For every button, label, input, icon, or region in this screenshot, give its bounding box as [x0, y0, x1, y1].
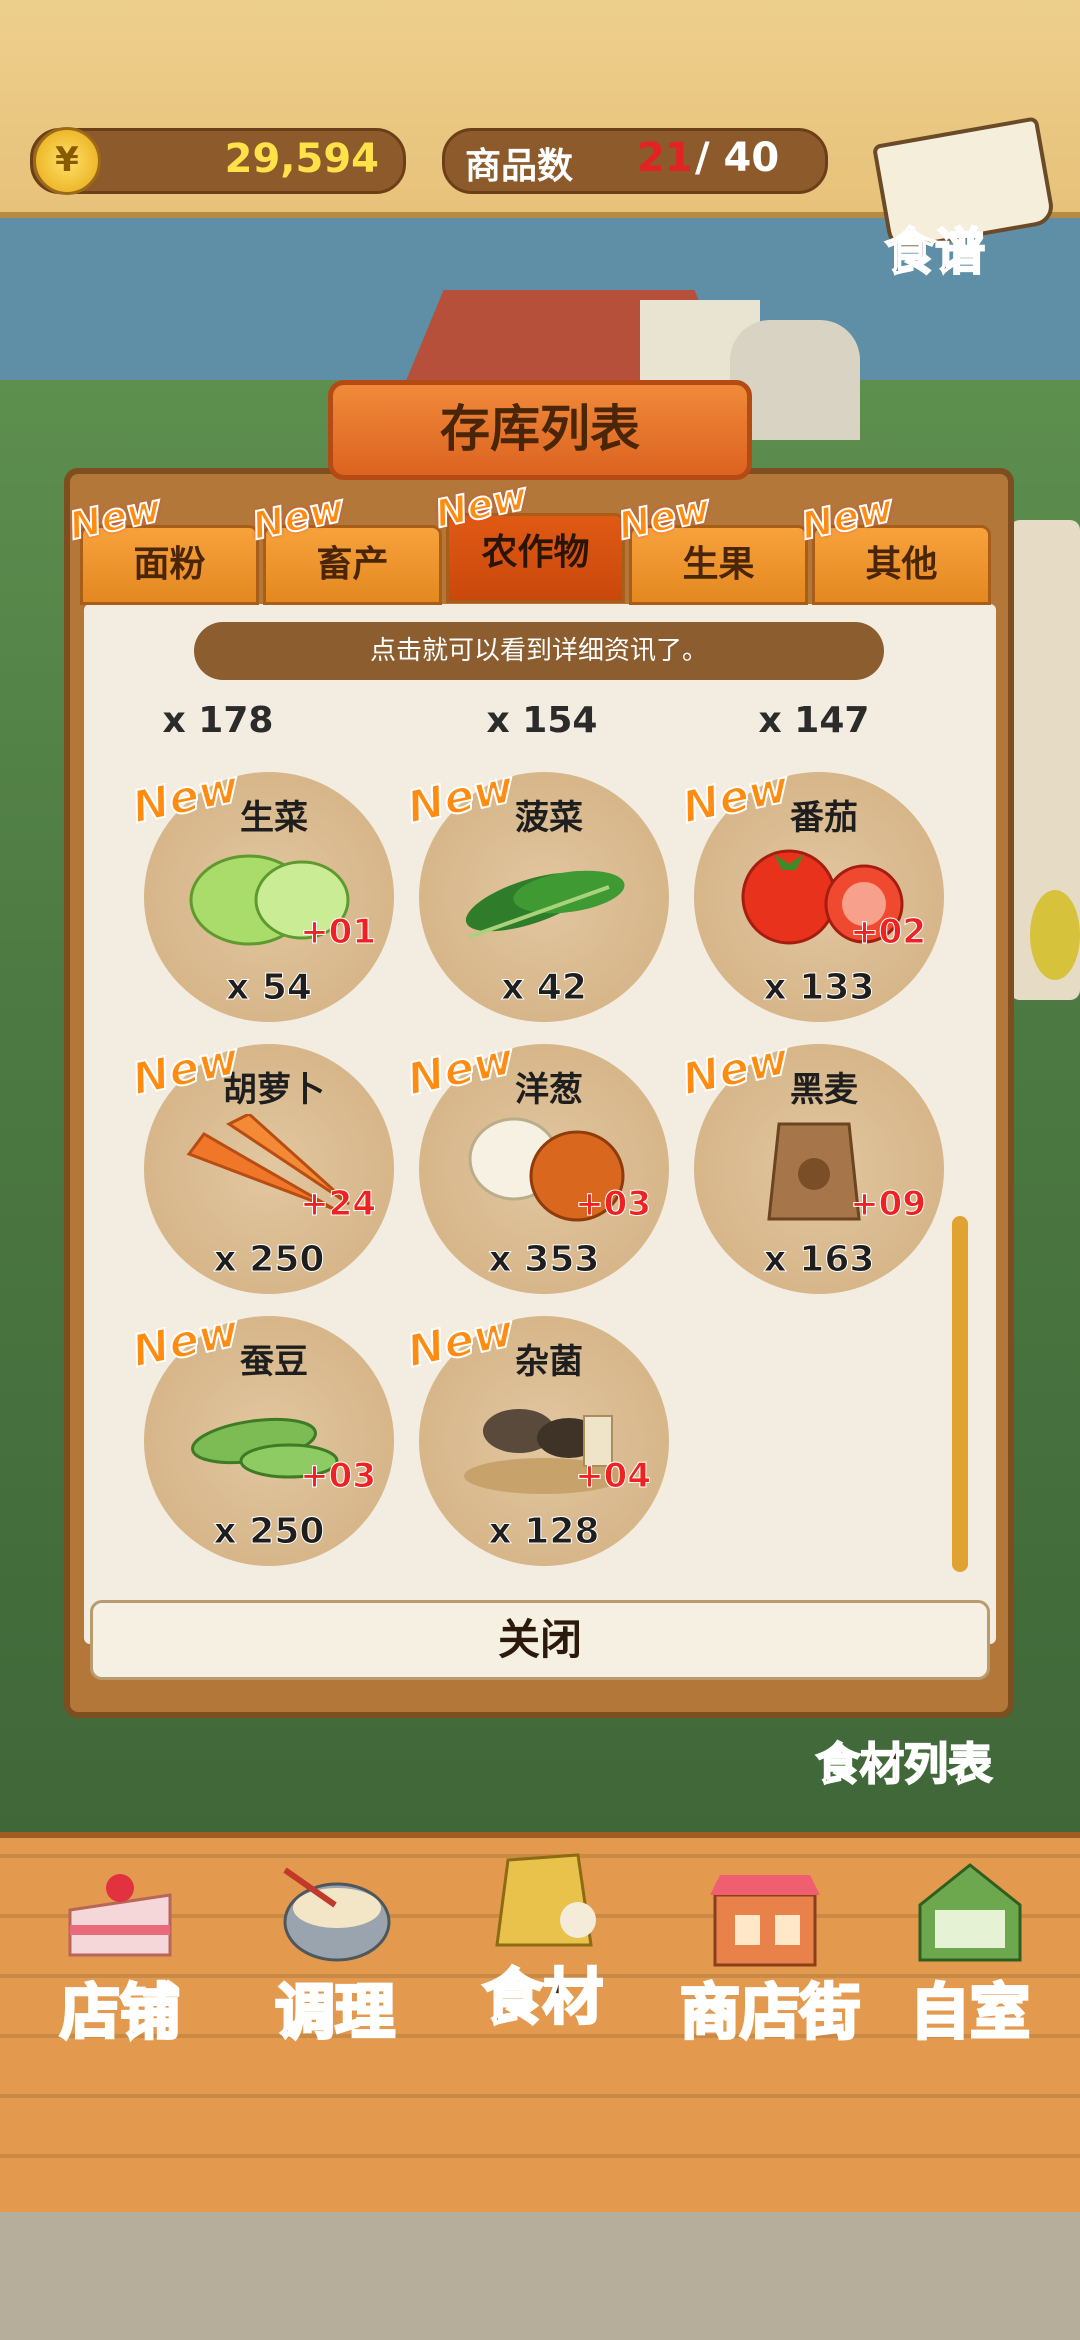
item-increase: +01	[300, 912, 377, 953]
item-count: x 128	[488, 1511, 600, 1553]
goods-max-value: 40	[723, 135, 780, 181]
item-count: x 250	[213, 1511, 325, 1553]
nav-cooking[interactable]: 调理	[235, 1840, 435, 2050]
inventory-item-mushroom[interactable]: 杂菌 New +04 x 128	[402, 1304, 669, 1566]
coin-value: 29,594	[224, 136, 379, 182]
inventory-item-rye[interactable]: 黑麦 New +09 x 163	[677, 1032, 944, 1294]
inventory-item-carrot[interactable]: 胡萝卜 New +24 x 250	[127, 1032, 394, 1294]
tab-fruit[interactable]: New 生果	[613, 485, 808, 605]
nav-ingredients[interactable]: 食材	[443, 1825, 643, 2035]
tab-flour[interactable]: New 面粉	[64, 485, 259, 605]
item-increase: +03	[300, 1456, 377, 1497]
nav-shopping-street[interactable]: 商店街	[650, 1840, 890, 2050]
item-increase: +03	[575, 1184, 652, 1225]
item-count: x 163	[763, 1239, 875, 1281]
tab-label: 面粉	[133, 544, 206, 585]
inventory-item-onion[interactable]: 洋葱 New +03 x 353	[402, 1032, 669, 1294]
item-increase: +04	[575, 1456, 652, 1497]
item-increase: +02	[850, 912, 927, 953]
tab-label: 生果	[682, 544, 755, 585]
tab-crops[interactable]: New 农作物	[430, 473, 625, 603]
nav-label: 店铺	[59, 1977, 182, 2050]
nav-label: 自室	[909, 1977, 1032, 2050]
item-increase: +24	[300, 1184, 377, 1225]
inventory-sheet[interactable]: 点击就可以看到详细资讯了。 x 178 x 154 x 147 生菜 New +…	[84, 604, 996, 1644]
item-count: x 154	[486, 700, 598, 741]
category-tabs: New 面粉 New 畜产 New 农作物 New 生果 New 其他	[64, 473, 995, 605]
shop-icon	[710, 1875, 820, 1967]
hint-banner: 点击就可以看到详细资讯了。	[194, 622, 884, 680]
nav-label: 调理	[274, 1977, 397, 2050]
item-count: x 133	[763, 967, 875, 1009]
inventory-item-spinach[interactable]: 菠菜 New x 42	[402, 760, 669, 1022]
tab-livestock[interactable]: New 畜产	[247, 485, 442, 605]
flour-sack-icon	[495, 1853, 596, 1947]
goods-label: 商品数	[465, 146, 574, 187]
close-button[interactable]: 关闭	[90, 1600, 990, 1680]
tab-label: 其他	[865, 544, 938, 585]
tab-other[interactable]: New 其他	[796, 485, 991, 605]
previous-row-counts: x 178 x 154 x 147	[84, 700, 996, 760]
scrollbar[interactable]	[952, 1216, 968, 1572]
coin-icon: ¥	[33, 127, 101, 195]
coin-balance: ¥ 29,594	[30, 127, 406, 195]
cake-icon	[68, 1874, 172, 1957]
pear-decoration	[1030, 890, 1080, 980]
bottom-strip	[0, 2212, 1080, 2340]
goods-max: / 40	[695, 135, 779, 181]
item-increase: +09	[850, 1184, 927, 1225]
food-list-label: 食材列表	[815, 1738, 993, 1791]
panel-title: 存库列表	[328, 380, 752, 480]
nav-label: 商店街	[679, 1977, 862, 2050]
nav-shop[interactable]: 店铺	[20, 1840, 220, 2050]
tab-label: 畜产	[316, 544, 389, 585]
goods-current: 21	[637, 135, 693, 181]
item-count: x 250	[213, 1239, 325, 1281]
item-count: x 178	[162, 700, 274, 741]
inventory-item-tomato[interactable]: 番茄 New +02 x 133	[677, 760, 944, 1022]
mixing-bowl-icon	[283, 1867, 391, 1962]
item-count: x 147	[758, 700, 870, 741]
inventory-item-lettuce[interactable]: 生菜 New +01 x 54	[127, 760, 394, 1022]
staff-only-sign-icon	[918, 1863, 1022, 1962]
inventory-item-broad-bean[interactable]: 蚕豆 New +03 x 250	[127, 1304, 394, 1566]
recipe-button[interactable]: 食谱	[870, 116, 1057, 282]
nav-label: 食材	[482, 1962, 605, 2035]
recipe-label: 食谱	[884, 222, 986, 282]
goods-count: 商品数 21 / 40	[442, 128, 828, 194]
top-bar: ¥ 29,594 商品数 21 / 40 食谱	[0, 0, 1080, 282]
item-count: x 353	[488, 1239, 600, 1281]
item-count: x 54	[226, 967, 313, 1009]
item-count: x 42	[501, 967, 588, 1009]
goods-separator: /	[695, 135, 710, 181]
nav-my-room[interactable]: 自室	[870, 1840, 1070, 2050]
spinach-icon	[465, 870, 625, 939]
